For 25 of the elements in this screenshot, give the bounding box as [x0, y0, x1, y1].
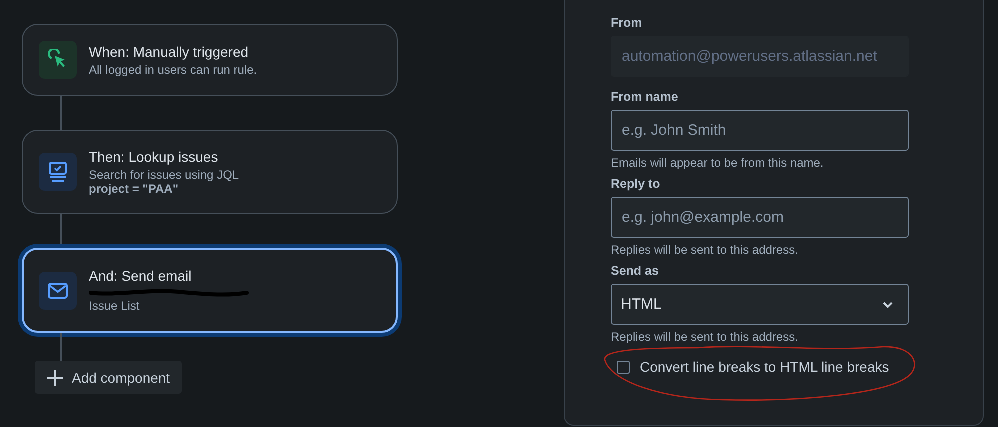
step-description: project = "PAA" [89, 182, 180, 196]
text-field[interactable]: e.g. John Smith [611, 110, 909, 151]
step-description: All logged in users can run rule. [89, 62, 258, 76]
step-title: When: Manually triggered [89, 44, 250, 60]
field-label: From name [611, 90, 680, 106]
monitor-list-icon [47, 161, 69, 183]
step-description: Issue List [89, 299, 141, 313]
help-text: Emails will appear to be from this name. [611, 156, 825, 172]
select-field[interactable]: HTML [611, 284, 909, 325]
field-label: Reply to [611, 177, 662, 193]
help-text: Replies will be sent to this address. [611, 243, 800, 259]
field-label: Send as [611, 264, 660, 280]
rule-step-card[interactable]: Then: Lookup issues Search for issues using JQL project = "PAA" [22, 130, 398, 214]
rule-step-card[interactable]: When: Manually triggered All logged in users can run rule. [22, 24, 398, 96]
chevron-down-icon [882, 300, 894, 308]
step-title: And: Send email [89, 268, 193, 284]
text-field[interactable]: e.g. john@example.com [611, 197, 909, 238]
help-text: Replies will be sent to this address. [611, 330, 800, 346]
field-label: From [611, 16, 644, 32]
step-description: Search for issues using JQL [89, 168, 240, 182]
envelope-icon [48, 282, 68, 298]
add-component-button[interactable]: Add component [35, 361, 182, 394]
plus-icon [46, 368, 64, 386]
checkbox[interactable] [617, 360, 630, 374]
step-title: Then: Lookup issues [89, 148, 220, 164]
